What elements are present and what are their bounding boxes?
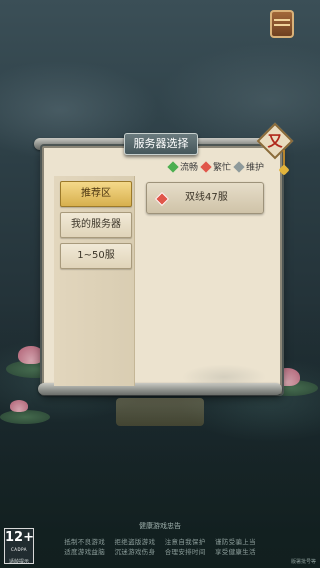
- lotus-flower-left-low: [10, 400, 28, 412]
- server-button[interactable]: 双线47服: [146, 182, 264, 214]
- health-advice-line-2: 适度游戏益脑 沉迷游戏伤身 合理安排时间 享受健康生活: [64, 548, 256, 556]
- sidebar-item-range-1-50[interactable]: 1~50服: [60, 243, 132, 269]
- health-advice-title: 健康游戏忠告: [139, 522, 181, 530]
- legend-item-maintenance: 维护: [233, 160, 264, 173]
- legend-smooth-icon: [167, 160, 179, 173]
- legend-item-smooth: 流畅: [167, 160, 198, 173]
- panel-title: 服务器选择: [124, 133, 198, 155]
- enter-game-button-background: [116, 398, 204, 426]
- server-category-sidebar: 推荐区 我的服务器 1~50服: [54, 176, 135, 386]
- legend-label: 繁忙: [212, 163, 231, 173]
- age-rating-caption: 适龄提示: [8, 559, 29, 565]
- health-advice-line-1: 抵制不良游戏 拒绝盗版游戏 注意自我保护 谨防受骗上当: [64, 538, 256, 546]
- sidebar-item-my-servers[interactable]: 我的服务器: [60, 212, 132, 238]
- server-busy-status-icon: [154, 191, 170, 207]
- legend-label: 流畅: [179, 163, 198, 173]
- server-name: 双线47服: [185, 192, 228, 203]
- status-legend: 流畅 繁忙 维护: [167, 160, 264, 173]
- legend-busy-icon: [200, 160, 212, 173]
- lotus-flower-left: [18, 346, 44, 364]
- lotus-leaf-left-low: [0, 410, 50, 424]
- legend-item-busy: 繁忙: [200, 160, 231, 173]
- close-icon: 又: [267, 132, 283, 150]
- version-notice: 版署批号等: [290, 559, 316, 565]
- sidebar-item-recommended[interactable]: 推荐区: [60, 181, 132, 207]
- legend-label: 维护: [245, 163, 264, 173]
- scroll-menu-icon[interactable]: [270, 10, 294, 38]
- legend-maintenance-icon: [233, 160, 245, 173]
